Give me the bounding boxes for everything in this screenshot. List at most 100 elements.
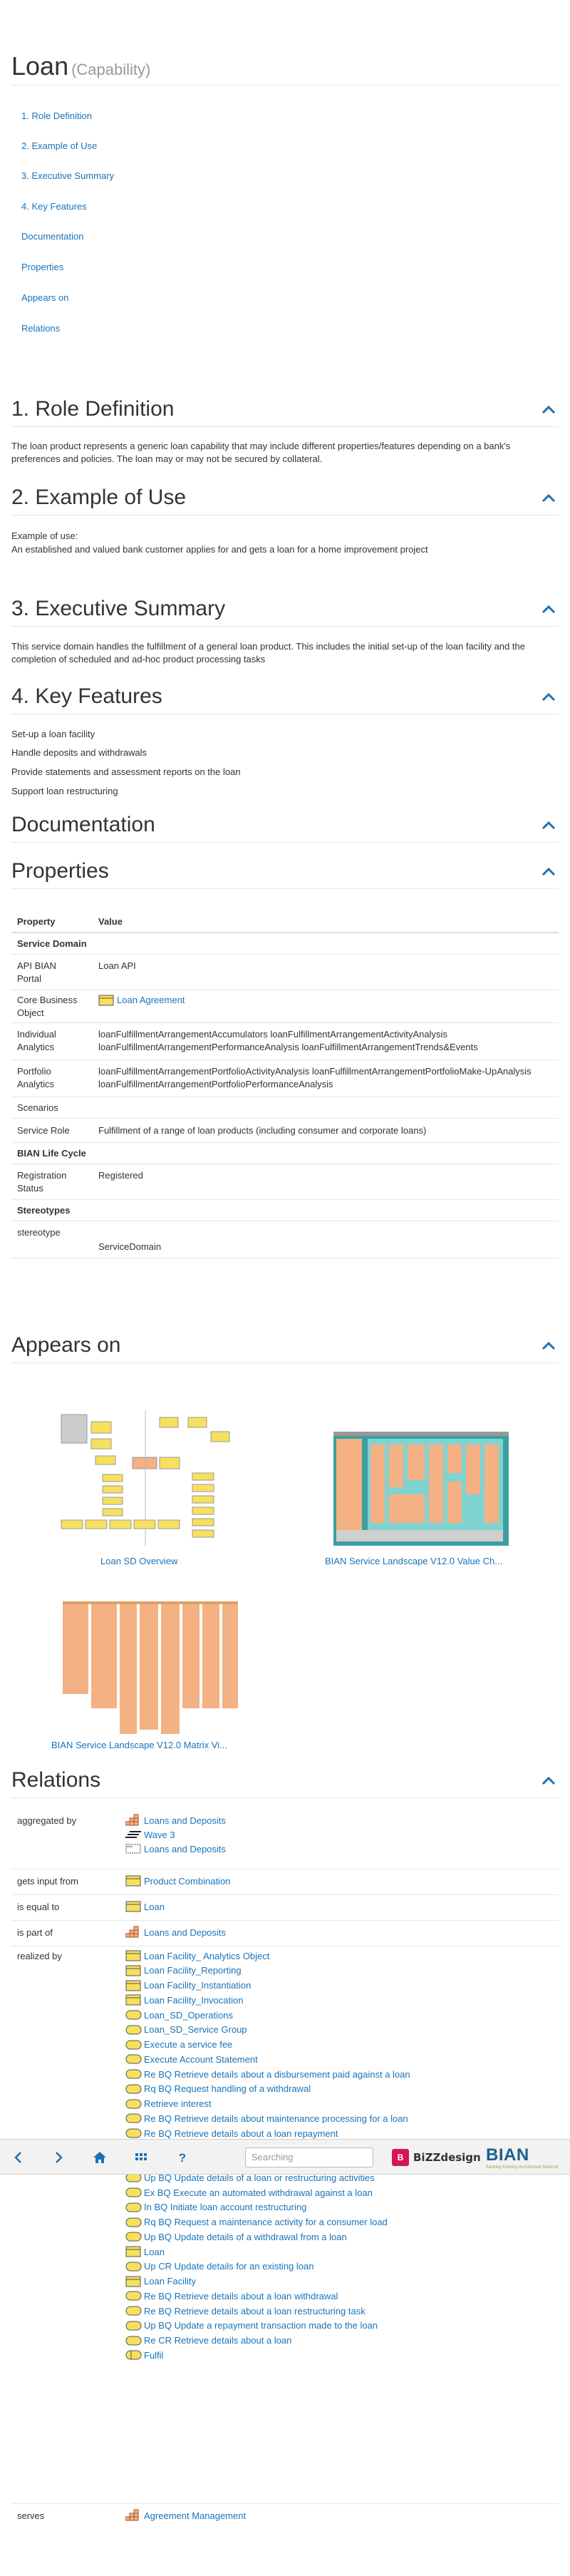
relation-item[interactable]: Loan_SD_Operations [125, 2008, 233, 2022]
relation-item-label[interactable]: Loan Facility_Invocation [144, 1995, 243, 2006]
relation-item-label[interactable]: Rq BQ Request a maintenance activity for… [144, 2217, 388, 2227]
relation-item[interactable]: Up BQ Update a repayment transaction mad… [125, 2319, 378, 2333]
toc-item[interactable]: 4. Key Features [21, 201, 87, 212]
relation-item[interactable]: Loans and Deposits [125, 1813, 226, 1827]
business-object-icon [125, 1949, 142, 1962]
service-icon [125, 2186, 142, 2199]
toc-item[interactable]: 2. Example of Use [21, 140, 97, 151]
collapse-chevron-icon[interactable] [542, 1775, 556, 1785]
relation-item[interactable]: Loans and Deposits [125, 1842, 226, 1856]
search-input[interactable]: Searching [245, 2147, 373, 2167]
relation-item-label[interactable]: Re BQ Retrieve details about a disbursem… [144, 2069, 410, 2080]
relation-item[interactable]: Retrieve interest [125, 2097, 212, 2111]
help-icon[interactable]: ? [174, 2149, 191, 2166]
relation-item[interactable]: Loan Facility_ Analytics Object [125, 1949, 269, 1963]
relation-item[interactable]: Wave 3 [125, 1827, 175, 1842]
property-key: Service Role [17, 1125, 70, 1136]
relation-item[interactable]: Execute a service fee [125, 2038, 232, 2052]
table-group-row: BIAN Life Cycle [11, 1143, 559, 1164]
relation-label: is part of [17, 1927, 53, 1938]
relation-item-label[interactable]: In BQ Initiate loan account restructurin… [144, 2202, 306, 2212]
relation-item[interactable]: Loan Facility [125, 2274, 196, 2289]
relation-item-label[interactable]: Loan Facility_ Analytics Object [144, 1951, 269, 1961]
toc-item[interactable]: Relations [21, 323, 60, 334]
relation-item[interactable]: Re BQ Retrieve details about a loan rest… [125, 2304, 366, 2318]
forward-arrow-icon[interactable] [50, 2149, 67, 2166]
relation-item-label[interactable]: Up CR Update details for an existing loa… [144, 2261, 314, 2272]
relation-item-label[interactable]: Up BQ Update details of a withdrawal fro… [144, 2232, 347, 2242]
collapse-chevron-icon[interactable] [542, 1340, 556, 1350]
relation-item-label[interactable]: Loan [144, 2247, 165, 2257]
relation-item[interactable]: Re BQ Retrieve details about a disbursem… [125, 2067, 410, 2081]
relation-item[interactable]: Re BQ Retrieve details about a loan with… [125, 2289, 338, 2303]
service-icon [125, 2304, 142, 2317]
relation-item[interactable]: In BQ Initiate loan account restructurin… [125, 2200, 306, 2215]
relation-item[interactable]: Loan Facility_Invocation [125, 1993, 243, 2007]
relation-item[interactable]: Re CR Retrieve details about a loan [125, 2334, 291, 2348]
relation-item[interactable]: Product Combination [125, 1874, 230, 1888]
diagram-caption-link[interactable]: Loan SD Overview [100, 1556, 177, 1566]
collapse-chevron-icon[interactable] [542, 493, 556, 503]
service-icon [125, 2216, 142, 2229]
relation-item-label[interactable]: Loan_SD_Service Group [144, 2024, 247, 2035]
capability-icon [125, 2509, 139, 2521]
relation-item-label[interactable]: Loan Facility_Instantiation [144, 1980, 251, 1991]
collapse-chevron-icon[interactable] [542, 820, 556, 830]
relation-row: is part of Loans and Deposits [11, 1921, 559, 1946]
relation-item-label[interactable]: Loan_SD_Operations [144, 2010, 233, 2021]
collapse-chevron-icon[interactable] [542, 866, 556, 876]
relation-item[interactable]: Re BQ Retrieve details about a loan repa… [125, 2126, 338, 2140]
property-key: Registration Status [17, 1170, 67, 1194]
relation-item-label[interactable]: Fulfil [144, 2350, 163, 2361]
relation-item-label[interactable]: Re CR Retrieve details about a loan [144, 2335, 291, 2346]
relation-item-label[interactable]: Up BQ Update a repayment transaction mad… [144, 2320, 378, 2331]
relation-item-label[interactable]: Re BQ Retrieve details about a loan repa… [144, 2128, 338, 2139]
diagram-thumbnail[interactable] [333, 1432, 509, 1548]
service-icon [125, 2038, 142, 2051]
diagram-thumbnail[interactable] [60, 1403, 238, 1548]
collapse-chevron-icon[interactable] [542, 404, 556, 414]
toc-item[interactable]: 3. Executive Summary [21, 170, 114, 181]
relation-item[interactable]: Rq BQ Request a maintenance activity for… [125, 2215, 388, 2229]
relation-item[interactable]: Re BQ Retrieve details about maintenance… [125, 2111, 408, 2125]
relation-item[interactable]: Up CR Update details for an existing loa… [125, 2259, 314, 2274]
relation-item[interactable]: Loan [125, 1899, 165, 1914]
diagram-caption-link[interactable]: BIAN Service Landscape V12.0 Matrix Vi..… [51, 1740, 227, 1750]
relation-item-label[interactable]: Loan Facility_Reporting [144, 1965, 242, 1976]
home-icon[interactable] [91, 2149, 108, 2166]
core-business-object-link[interactable]: Loan Agreement [117, 994, 185, 1007]
toc-item[interactable]: Properties [21, 262, 63, 272]
relation-item-label[interactable]: Execute Account Statement [144, 2054, 258, 2065]
collapse-chevron-icon[interactable] [542, 692, 556, 702]
relation-item[interactable]: Loan [125, 2244, 165, 2259]
diagram-thumbnail[interactable] [63, 1596, 238, 1736]
diagram-caption-link[interactable]: BIAN Service Landscape V12.0 Value Ch... [325, 1556, 502, 1566]
relation-item[interactable]: Agreement Management [125, 2508, 246, 2523]
toc-item[interactable]: Appears on [21, 292, 69, 303]
collapse-chevron-icon[interactable] [542, 604, 556, 614]
back-arrow-icon[interactable] [10, 2149, 27, 2166]
relation-item-label[interactable]: Retrieve interest [144, 2098, 212, 2109]
relation-item[interactable]: Ex BQ Execute an automated withdrawal ag… [125, 2185, 373, 2200]
relation-item[interactable]: Execute Account Statement [125, 2052, 258, 2066]
relation-item-label[interactable]: Rq BQ Request handling of a withdrawal [144, 2083, 311, 2094]
relation-row: gets input from Product Combination [11, 1869, 559, 1895]
relation-item[interactable]: Loan Facility_Reporting [125, 1964, 242, 1978]
relation-item-label[interactable]: Execute a service fee [144, 2039, 232, 2050]
relation-item[interactable]: Loan Facility_Instantiation [125, 1979, 251, 1993]
relation-item-label[interactable]: Re BQ Retrieve details about maintenance… [144, 2113, 408, 2124]
grid-menu-icon[interactable] [133, 2149, 150, 2166]
toc-item[interactable]: Documentation [21, 231, 83, 242]
relation-item[interactable]: Rq BQ Request handling of a withdrawal [125, 2082, 311, 2096]
toc-item[interactable]: 1. Role Definition [21, 111, 92, 121]
api-portal-link[interactable]: Loan API [98, 960, 554, 973]
relation-item[interactable]: Loan_SD_Service Group [125, 2023, 247, 2037]
relation-item-label[interactable]: Loan Facility [144, 2276, 196, 2287]
relation-item[interactable]: Fulfil [125, 2348, 163, 2362]
relation-item[interactable]: Up BQ Update details of a withdrawal fro… [125, 2229, 347, 2244]
relation-row: is equal to Loan [11, 1895, 559, 1921]
relation-item-label[interactable]: Re BQ Retrieve details about a loan rest… [144, 2306, 366, 2316]
relation-item-label[interactable]: Re BQ Retrieve details about a loan with… [144, 2291, 338, 2302]
relation-item[interactable]: Loans and Deposits [125, 1925, 226, 1939]
relation-item-label[interactable]: Ex BQ Execute an automated withdrawal ag… [144, 2187, 373, 2198]
